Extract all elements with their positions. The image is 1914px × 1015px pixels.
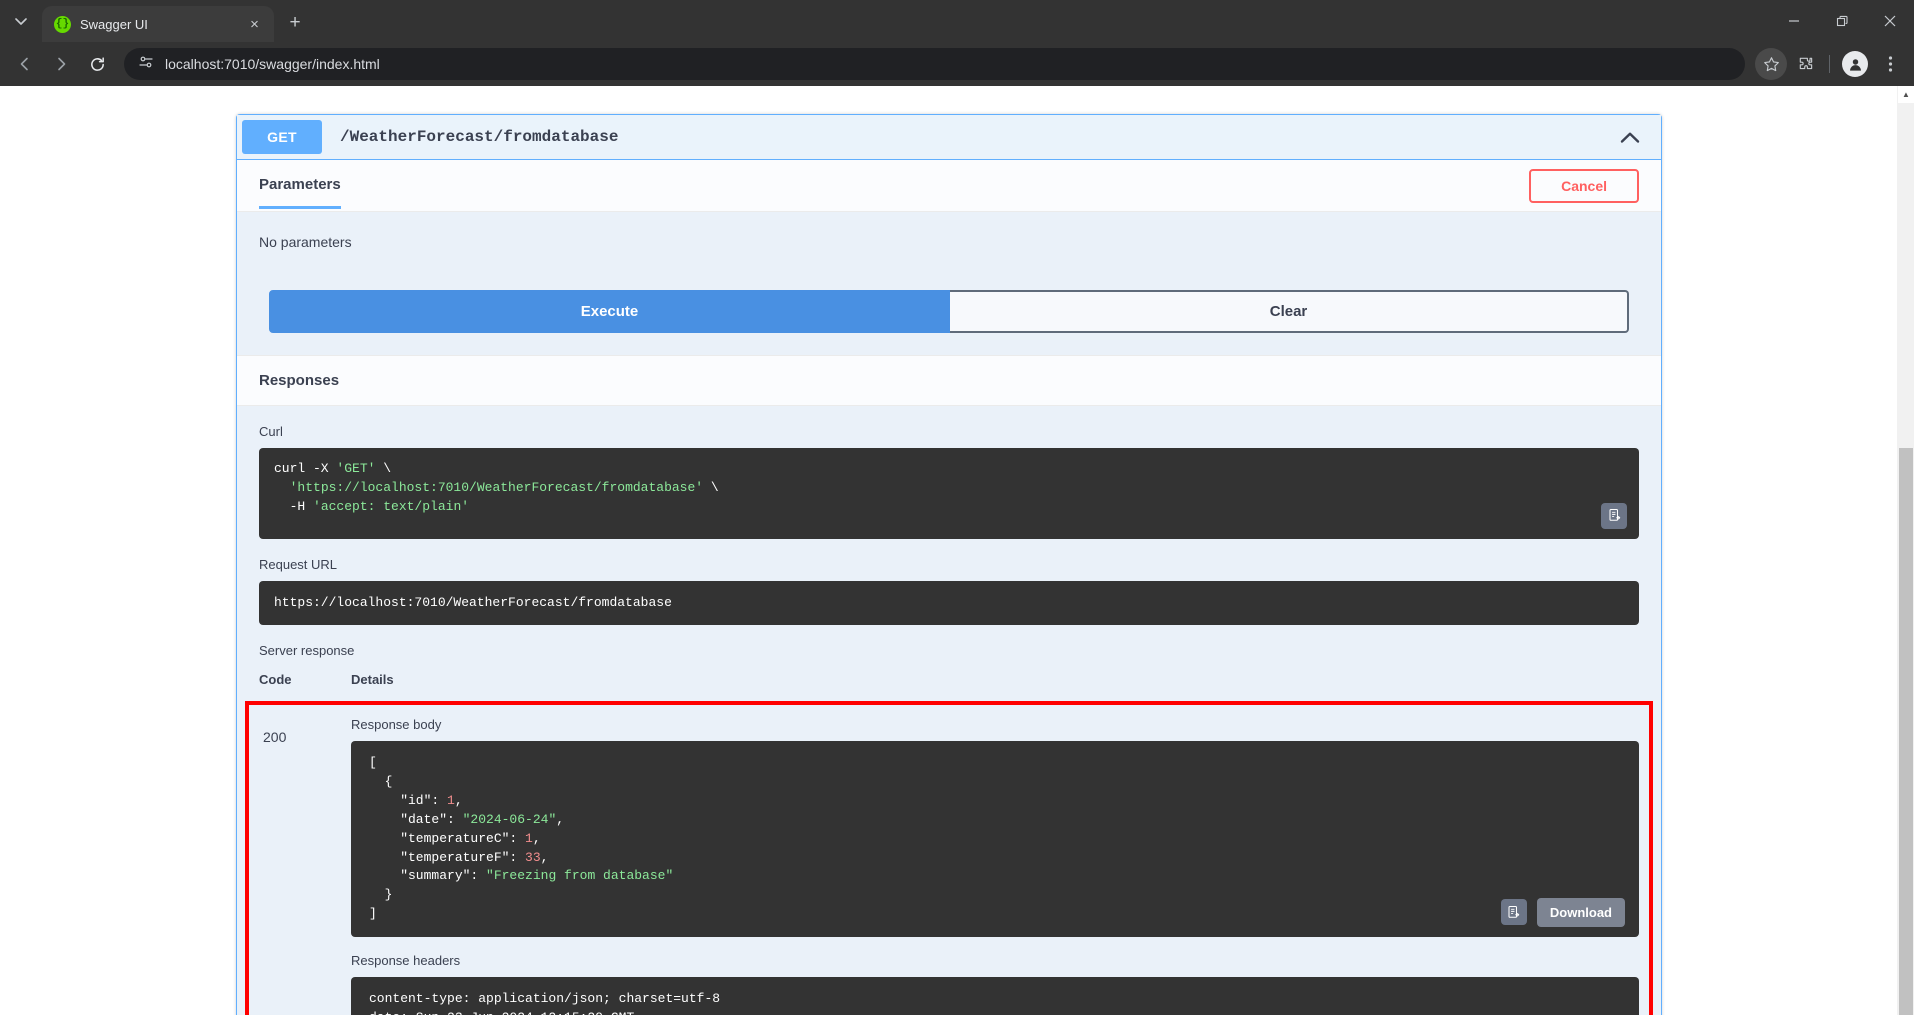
response-headers-value: content-type: application/json; charset=… — [351, 976, 1639, 1015]
site-settings-icon[interactable] — [138, 54, 154, 75]
address-bar-text: localhost:7010/swagger/index.html — [165, 56, 380, 72]
opblock-summary[interactable]: GET /WeatherForecast/fromdatabase — [237, 115, 1661, 160]
opblock-get-weatherforecast-fromdatabase: GET /WeatherForecast/fromdatabase Parame… — [236, 114, 1662, 1015]
endpoint-path: /WeatherForecast/fromdatabase — [340, 128, 619, 146]
opblock-tabs: Parameters Cancel — [237, 160, 1661, 212]
server-response-table: Code Details — [259, 672, 1639, 701]
close-tab-icon[interactable]: × — [245, 15, 264, 34]
response-body-label: Response body — [351, 717, 442, 733]
header-code: Code — [259, 672, 292, 688]
curl-command-block: curl -X 'GET' \ 'https://localhost:7010/… — [259, 448, 1639, 539]
toolbar-divider — [1829, 55, 1830, 73]
response-status-code: 200 — [263, 729, 287, 746]
swagger-favicon-icon: {} — [54, 15, 71, 33]
request-url-section: Request URL https://localhost:7010/Weath… — [259, 557, 1639, 626]
profile-avatar[interactable] — [1842, 51, 1868, 77]
scrollbar-track[interactable] — [1898, 103, 1914, 1015]
window-controls — [1770, 0, 1914, 42]
responses-header: Responses — [237, 355, 1661, 406]
no-parameters-text: No parameters — [259, 234, 352, 250]
swagger-page: GET /WeatherForecast/fromdatabase Parame… — [0, 86, 1897, 1015]
parameters-section: No parameters Execute Clear — [237, 212, 1661, 355]
chevron-up-icon[interactable] — [1614, 121, 1646, 153]
reload-icon[interactable] — [80, 47, 114, 81]
response-headers-block: content-type: application/json; charset=… — [351, 976, 1639, 1015]
header-details: Details — [351, 672, 394, 688]
tab-search-icon[interactable] — [4, 5, 38, 39]
server-response-label: Server response — [259, 643, 355, 659]
responses-title: Responses — [259, 372, 340, 389]
opblock-body: Parameters Cancel No parameters Execute … — [237, 160, 1661, 1015]
back-icon[interactable] — [8, 47, 42, 81]
address-bar[interactable]: localhost:7010/swagger/index.html — [124, 48, 1745, 80]
restore-icon[interactable] — [1818, 0, 1866, 42]
request-url-label: Request URL — [259, 556, 338, 572]
execute-button[interactable]: Execute — [269, 290, 950, 333]
new-tab-button[interactable]: + — [280, 8, 310, 38]
tab-parameters[interactable]: Parameters — [259, 176, 341, 209]
response-details: Response body [ { "id": 1, "date": "2024… — [351, 717, 1639, 1015]
execute-clear-row: Execute Clear — [259, 290, 1639, 355]
minimize-icon[interactable] — [1770, 0, 1818, 42]
scrollbar-thumb[interactable] — [1899, 448, 1913, 1015]
clear-button[interactable]: Clear — [950, 290, 1629, 333]
copy-curl-icon[interactable] — [1601, 502, 1627, 529]
responses-content: Curl curl -X 'GET' \ 'https://localhost:… — [237, 406, 1661, 1015]
browser-menu-icon[interactable] — [1874, 48, 1906, 80]
browser-window: {} Swagger UI × + localhost:7010/swagger… — [0, 0, 1914, 1015]
response-body-actions: Download — [1500, 897, 1625, 927]
server-response-header-row: Code Details — [259, 672, 1639, 701]
response-body-block: [ { "id": 1, "date": "2024-06-24", "temp… — [351, 741, 1639, 937]
response-body-json: [ { "id": 1, "date": "2024-06-24", "temp… — [351, 741, 1639, 937]
http-method-badge: GET — [242, 120, 322, 154]
close-window-icon[interactable] — [1866, 0, 1914, 42]
page-viewport: GET /WeatherForecast/fromdatabase Parame… — [0, 86, 1914, 1015]
curl-label: Curl — [259, 424, 283, 439]
response-highlight-annotation: 200 Response body [ { "id": 1, "date": "… — [245, 701, 1653, 1015]
copy-response-icon[interactable] — [1500, 899, 1527, 926]
page-scrollbar[interactable]: ▲ — [1897, 86, 1914, 1015]
forward-icon[interactable] — [44, 47, 78, 81]
tab-strip: {} Swagger UI × + — [0, 0, 1914, 42]
tab-title: Swagger UI — [80, 16, 148, 32]
download-button[interactable]: Download — [1536, 897, 1625, 927]
browser-tab[interactable]: {} Swagger UI × — [42, 6, 274, 42]
extensions-puzzle-icon[interactable] — [1789, 48, 1821, 80]
browser-toolbar: localhost:7010/swagger/index.html — [0, 42, 1914, 86]
response-headers-label: Response headers — [351, 952, 461, 968]
request-url-value: https://localhost:7010/WeatherForecast/f… — [259, 580, 1639, 626]
scroll-up-icon[interactable]: ▲ — [1898, 86, 1914, 103]
bookmark-star-icon[interactable] — [1755, 48, 1787, 80]
cancel-button[interactable]: Cancel — [1529, 168, 1639, 203]
